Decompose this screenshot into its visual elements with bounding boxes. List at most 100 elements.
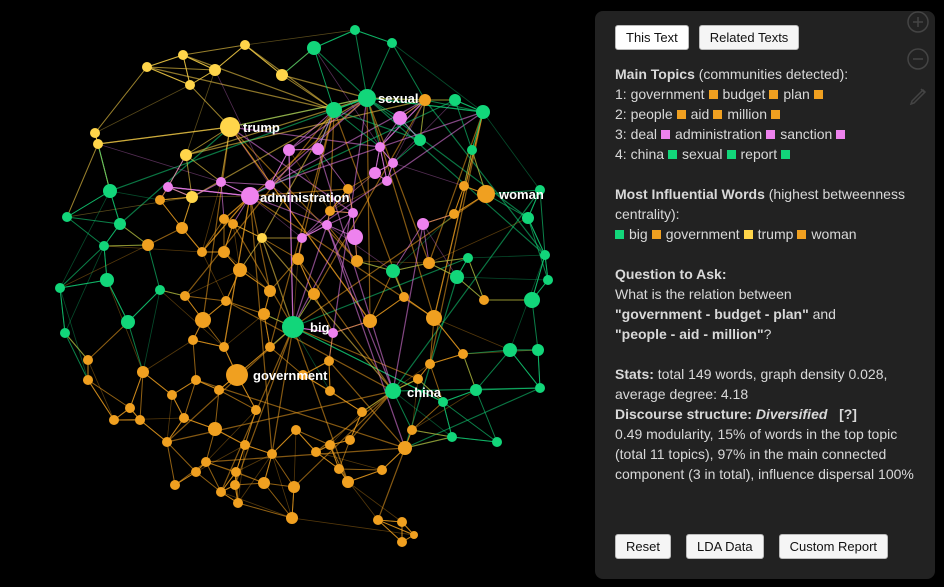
graph-node[interactable] (373, 515, 383, 525)
graph-node[interactable] (191, 375, 201, 385)
graph-node[interactable] (397, 517, 407, 527)
topic-word[interactable]: aid (691, 106, 710, 122)
graph-node[interactable] (100, 273, 114, 287)
graph-node[interactable] (410, 531, 418, 539)
topic-word[interactable]: plan (783, 86, 809, 102)
reset-button[interactable]: Reset (615, 534, 671, 559)
graph-node[interactable] (503, 343, 517, 357)
graph-node[interactable] (388, 158, 398, 168)
graph-node[interactable] (178, 50, 188, 60)
graph-node[interactable] (226, 364, 248, 386)
graph-node[interactable] (191, 467, 201, 477)
graph-node[interactable] (377, 465, 387, 475)
graph-node[interactable] (382, 176, 392, 186)
network-graph[interactable]: trump sexual administration woman big go… (0, 0, 600, 587)
lda-data-button[interactable]: LDA Data (685, 534, 764, 559)
graph-node[interactable] (282, 316, 304, 338)
graph-node[interactable] (540, 250, 550, 260)
graph-node[interactable] (477, 185, 495, 203)
influential-word[interactable]: woman (811, 226, 856, 242)
zoom-in-icon[interactable] (906, 10, 930, 34)
graph-node[interactable] (326, 102, 342, 118)
graph-node[interactable] (99, 241, 109, 251)
graph-node[interactable] (386, 264, 400, 278)
graph-node[interactable] (188, 335, 198, 345)
graph-node[interactable] (240, 40, 250, 50)
graph-node[interactable] (142, 239, 154, 251)
graph-node[interactable] (369, 167, 381, 179)
topic-word[interactable]: sexual (682, 146, 722, 162)
graph-node[interactable] (121, 315, 135, 329)
graph-node[interactable] (535, 383, 545, 393)
graph-node[interactable] (258, 477, 270, 489)
graph-node[interactable] (447, 432, 457, 442)
graph-node[interactable] (137, 366, 149, 378)
graph-node[interactable] (351, 255, 363, 267)
influential-word[interactable]: big (629, 226, 648, 242)
graph-node[interactable] (423, 257, 435, 269)
graph-node[interactable] (463, 253, 473, 263)
graph-node[interactable] (350, 25, 360, 35)
graph-node[interactable] (291, 425, 301, 435)
graph-node[interactable] (522, 212, 534, 224)
graph-node[interactable] (163, 182, 173, 192)
graph-node[interactable] (90, 128, 100, 138)
custom-report-button[interactable]: Custom Report (778, 534, 889, 559)
topic-word[interactable]: people (631, 106, 673, 122)
graph-node[interactable] (407, 425, 417, 435)
graph-node[interactable] (334, 464, 344, 474)
graph-node[interactable] (216, 487, 226, 497)
graph-node[interactable] (195, 312, 211, 328)
graph-node[interactable] (186, 191, 198, 203)
graph-node[interactable] (283, 144, 295, 156)
graph-node[interactable] (425, 359, 435, 369)
graph-node[interactable] (470, 384, 482, 396)
graph-node[interactable] (231, 467, 241, 477)
influential-word[interactable]: trump (758, 226, 794, 242)
graph-node[interactable] (292, 253, 304, 265)
graph-node[interactable] (267, 449, 277, 459)
graph-node[interactable] (155, 195, 165, 205)
graph-node[interactable] (347, 229, 363, 245)
graph-node[interactable] (55, 283, 65, 293)
graph-node[interactable] (358, 89, 376, 107)
graph-node[interactable] (417, 218, 429, 230)
graph-node[interactable] (109, 415, 119, 425)
graph-node[interactable] (419, 94, 431, 106)
graph-node[interactable] (179, 413, 189, 423)
graph-node[interactable] (125, 403, 135, 413)
graph-node[interactable] (170, 480, 180, 490)
graph-node[interactable] (345, 435, 355, 445)
graph-node[interactable] (399, 292, 409, 302)
topic-word[interactable]: report (741, 146, 778, 162)
graph-node[interactable] (251, 405, 261, 415)
graph-node[interactable] (201, 457, 211, 467)
graph-node[interactable] (322, 220, 332, 230)
graph-node[interactable] (398, 441, 412, 455)
graph-node[interactable] (413, 374, 423, 384)
graph-node[interactable] (286, 512, 298, 524)
graph-node[interactable] (467, 145, 477, 155)
topic-word[interactable]: million (727, 106, 767, 122)
graph-node[interactable] (60, 328, 70, 338)
graph-node[interactable] (325, 206, 335, 216)
topic-word[interactable]: china (631, 146, 664, 162)
graph-node[interactable] (450, 270, 464, 284)
graph-node[interactable] (325, 440, 335, 450)
graph-node[interactable] (328, 328, 338, 338)
graph-node[interactable] (230, 480, 240, 490)
graph-node[interactable] (307, 41, 321, 55)
graph-node[interactable] (308, 288, 320, 300)
graph-node[interactable] (228, 219, 238, 229)
graph-node[interactable] (532, 344, 544, 356)
graph-node[interactable] (264, 285, 276, 297)
graph-node[interactable] (393, 111, 407, 125)
graph-node[interactable] (135, 415, 145, 425)
graph-node[interactable] (543, 275, 553, 285)
graph-node[interactable] (524, 292, 540, 308)
graph-node[interactable] (387, 38, 397, 48)
graph-node[interactable] (479, 295, 489, 305)
graph-node[interactable] (176, 222, 188, 234)
graph-node[interactable] (265, 342, 275, 352)
graph-node[interactable] (449, 209, 459, 219)
